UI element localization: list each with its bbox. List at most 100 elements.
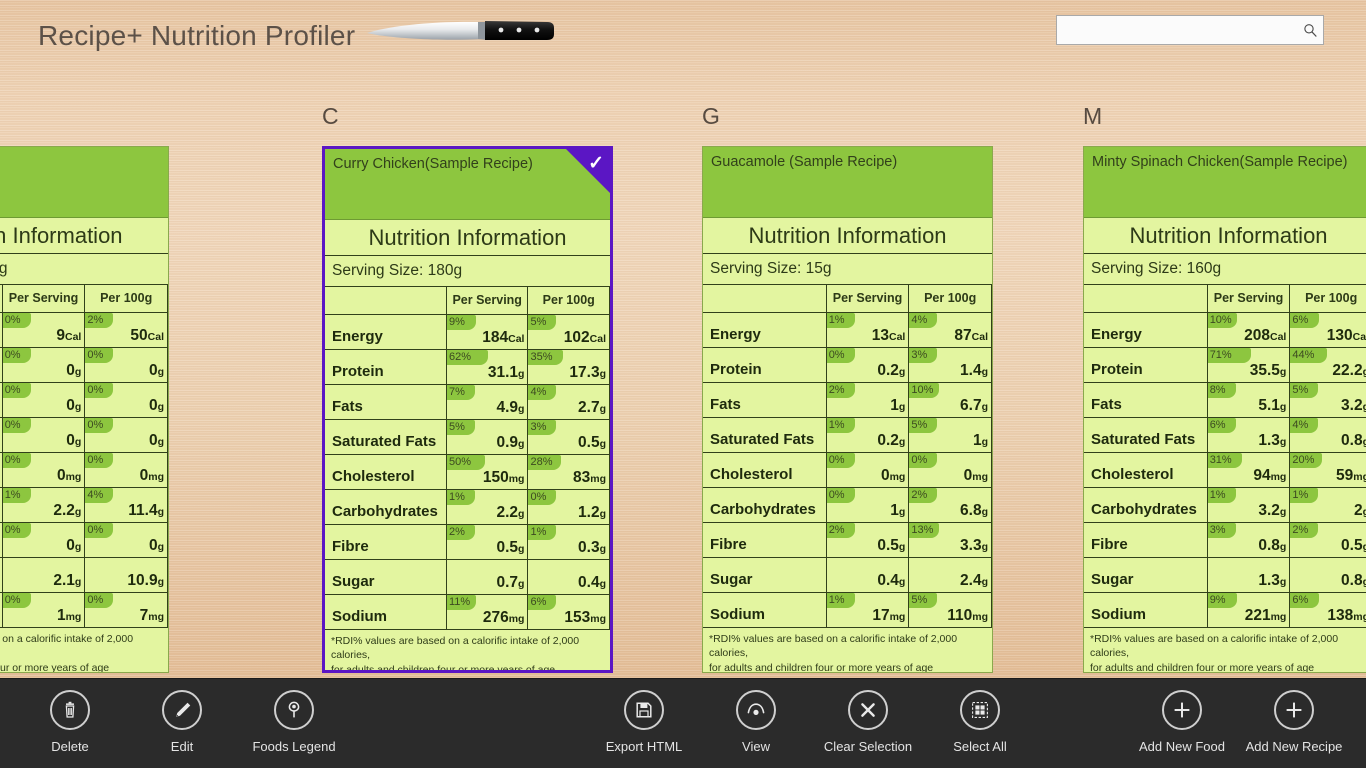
- value-unit: g: [1363, 436, 1366, 448]
- value-unit: g: [982, 401, 988, 413]
- value: 0g: [85, 363, 167, 382]
- serving-size: Serving Size: 19g: [0, 254, 168, 285]
- value: 1.4g: [909, 363, 991, 382]
- recipe-title: Curry Chicken(Sample Recipe): [333, 156, 600, 173]
- card-curry-chicken[interactable]: Curry Chicken(Sample Recipe)✓Nutrition I…: [322, 146, 613, 673]
- value: 3.2g: [1290, 398, 1366, 417]
- rdi-percent: 0%: [5, 453, 21, 468]
- table-row: Sugar0.4g2.4g: [703, 557, 992, 592]
- foods-legend-button[interactable]: Foods Legend: [238, 679, 350, 768]
- value: 11.4g: [85, 503, 167, 522]
- rdi-percent: 9%: [449, 315, 465, 330]
- add-new-recipe-button[interactable]: Add New Recipe: [1238, 679, 1350, 768]
- cell-per-serving: 1%2.2g: [446, 489, 528, 524]
- export-html-button[interactable]: Export HTML: [588, 679, 700, 768]
- rdi-percent: 50%: [449, 455, 471, 470]
- delete-button[interactable]: Delete: [14, 679, 126, 768]
- value: 2.4g: [909, 573, 991, 592]
- nutrition-information-title: Nutrition Information: [325, 220, 610, 256]
- rdi-percent: 2%: [449, 525, 465, 540]
- edit-button[interactable]: Edit: [126, 679, 238, 768]
- cell-per-100g: 4%2.7g: [528, 384, 610, 419]
- clear-selection-button[interactable]: Clear Selection: [812, 679, 924, 768]
- rdi-percent: 0%: [87, 348, 103, 363]
- card-banner[interactable]: est3: [0, 147, 168, 218]
- row-label: Fats: [703, 382, 826, 417]
- recipe-title: est3: [0, 154, 158, 171]
- card-banner[interactable]: Curry Chicken(Sample Recipe)✓: [325, 149, 610, 220]
- card-minty-spinach-chicken[interactable]: Minty Spinach Chicken(Sample Recipe)Nutr…: [1083, 146, 1366, 673]
- select-all-button[interactable]: Select All: [924, 679, 1036, 768]
- cell-per-100g: 20%59mg: [1290, 452, 1366, 487]
- row-label: Saturated Fats: [1084, 417, 1207, 452]
- value: 138mg: [1290, 608, 1366, 627]
- row-label: Cholesterol: [1084, 452, 1207, 487]
- rdi-percent: 71%: [1210, 348, 1232, 363]
- table-row: Energy10%208Cal6%130Cal: [1084, 312, 1366, 347]
- rdi-percent: 4%: [1292, 418, 1308, 433]
- rdi-percent: 2%: [829, 523, 845, 538]
- value-unit: mg: [509, 473, 525, 485]
- cell-per-100g: 2%6.8g: [909, 487, 992, 522]
- value: 184Cal: [447, 330, 528, 349]
- cell-per-100g: 2.4g: [909, 557, 992, 592]
- value-unit: Cal: [972, 331, 988, 343]
- table-row: Fats7%4.9g4%2.7g: [325, 384, 610, 419]
- card-banner[interactable]: Guacamole (Sample Recipe): [703, 147, 992, 218]
- row-label: Protein: [1084, 347, 1207, 382]
- column-header-per-100g: Per 100g: [909, 285, 992, 312]
- value-unit: g: [600, 438, 606, 450]
- value-unit: mg: [66, 611, 82, 623]
- rdi-percent: 5%: [449, 420, 465, 435]
- value: 1g: [827, 503, 909, 522]
- app-bar-label: Edit: [171, 739, 193, 754]
- column-header-per-serving: Per Serving: [2, 285, 85, 312]
- search-box[interactable]: [1056, 15, 1324, 45]
- card-guacamole[interactable]: Guacamole (Sample Recipe)Nutrition Infor…: [702, 146, 993, 673]
- rdi-percent: 0%: [5, 418, 21, 433]
- rdi-percent: 0%: [5, 348, 21, 363]
- search-icon[interactable]: [1297, 16, 1323, 44]
- value: 0g: [85, 538, 167, 557]
- page-title: Recipe+ Nutrition Profiler: [38, 20, 355, 52]
- rdi-percent: 0%: [87, 383, 103, 398]
- cell-per-100g: 44%22.2g: [1290, 347, 1366, 382]
- serving-size: Serving Size: 160g: [1084, 254, 1366, 285]
- column-header-per-serving: Per Serving: [826, 285, 909, 312]
- rdi-percent: 0%: [829, 348, 845, 363]
- value: 1.2g: [528, 505, 609, 524]
- value-unit: g: [600, 543, 606, 555]
- value: 3.3g: [909, 538, 991, 557]
- serving-size: Serving Size: 15g: [703, 254, 992, 285]
- value-unit: mg: [1353, 471, 1366, 483]
- table-row: Sugar2.1g10.9g: [0, 557, 168, 592]
- cell-per-serving: 0%9Cal: [2, 312, 85, 347]
- view-button[interactable]: View: [700, 679, 812, 768]
- table-row: Carbohydrates1%2.2g4%11.4g: [0, 487, 168, 522]
- cell-per-serving: 1%17mg: [826, 592, 909, 627]
- page-header: Recipe+ Nutrition Profiler: [38, 14, 555, 58]
- add-new-food-button[interactable]: Add New Food: [1126, 679, 1238, 768]
- cell-per-serving: 1.3g: [1207, 557, 1290, 592]
- card-test3[interactable]: est3Nutrition InformationServing Size: 1…: [0, 146, 169, 673]
- row-label: Energy: [325, 314, 446, 349]
- card-banner[interactable]: Minty Spinach Chicken(Sample Recipe): [1084, 147, 1366, 218]
- row-label: Sugar: [1084, 557, 1207, 592]
- table-row: Protein0%0.2g3%1.4g: [703, 347, 992, 382]
- value-unit: g: [1280, 541, 1286, 553]
- row-label: Sugar: [325, 559, 446, 594]
- value-unit: g: [1280, 506, 1286, 518]
- rdi-percent: 7%: [449, 385, 465, 400]
- search-input[interactable]: [1057, 16, 1297, 44]
- app-root: Recipe+ Nutrition Profiler: [0, 0, 1366, 768]
- cell-per-100g: 1%2g: [1290, 487, 1366, 522]
- value: 2.2g: [447, 505, 528, 524]
- cell-per-serving: 2%1g: [826, 382, 909, 417]
- cell-per-serving: 0%0.2g: [826, 347, 909, 382]
- row-label: Energy: [703, 312, 826, 347]
- row-label: Fibre: [1084, 522, 1207, 557]
- rdi-percent: 0%: [5, 383, 21, 398]
- selection-checkmark-corner[interactable]: ✓: [566, 149, 610, 193]
- cell-per-100g: 5%3.2g: [1290, 382, 1366, 417]
- chef-knife-icon: [365, 19, 555, 53]
